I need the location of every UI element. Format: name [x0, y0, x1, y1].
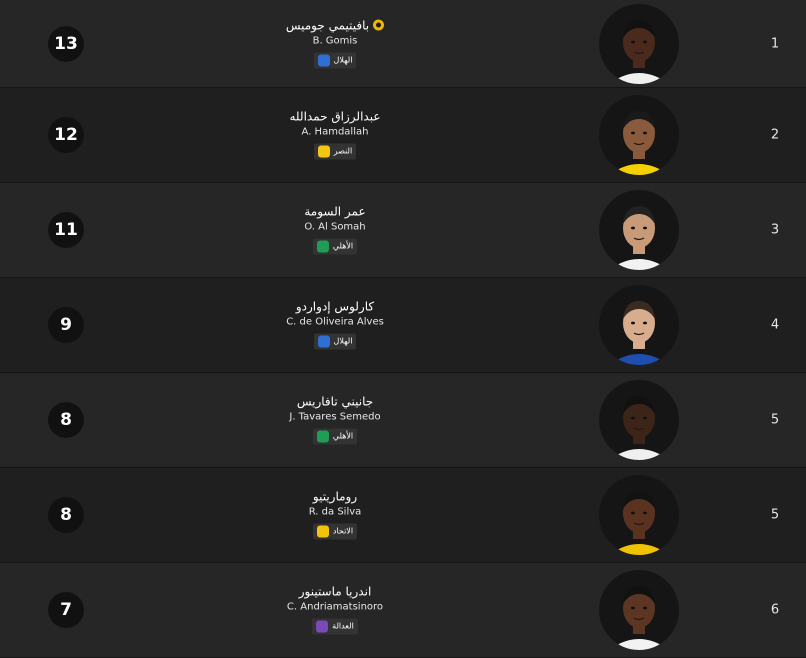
club-chip[interactable]: النصر: [313, 143, 357, 160]
player-name-english[interactable]: R. da Silva: [260, 506, 410, 520]
player-name-arabic-line: كارلوس إدواردو: [260, 299, 410, 315]
club-logo-icon: [317, 145, 330, 158]
scorers-list: 13 بافيتيمي جوميس B. Gomis الهلال 1 12 ع…: [0, 0, 806, 658]
club-chip[interactable]: الأهلي: [312, 428, 358, 445]
goals-badge: 7: [48, 592, 84, 628]
rank-number: 4: [770, 317, 780, 333]
player-name-arabic-line: بافيتيمي جوميس: [260, 17, 410, 33]
player-name-arabic[interactable]: كارلوس إدواردو: [296, 299, 374, 315]
player-avatar[interactable]: [599, 190, 679, 270]
player-name-arabic[interactable]: عمر السومة: [304, 204, 365, 220]
player-name-arabic-line: عبدالرزاق حمدالله: [260, 109, 410, 125]
player-name-arabic-line: عمر السومة: [260, 204, 410, 220]
player-photo-icon: [609, 301, 669, 365]
goals-badge: 12: [48, 117, 84, 153]
player-info: كارلوس إدواردو C. de Oliveira Alves الهل…: [260, 299, 410, 352]
rank-number: 1: [770, 36, 780, 51]
ball-icon: [373, 19, 385, 31]
player-name-arabic[interactable]: جانيني تافاريس: [297, 394, 373, 410]
goals-count: 8: [60, 505, 72, 525]
rank-number: 5: [770, 507, 780, 523]
club-logo-icon: [316, 525, 329, 538]
goals-badge: 13: [48, 25, 84, 62]
club-chip[interactable]: الهلال: [313, 52, 357, 68]
scorer-row[interactable]: 9 كارلوس إدواردو C. de Oliveira Alves ال…: [0, 278, 806, 373]
player-info: عبدالرزاق حمدالله A. Hamdallah النصر: [260, 109, 410, 162]
goals-count: 8: [60, 410, 72, 430]
club-chip[interactable]: الهلال: [313, 333, 357, 350]
goals-count: 7: [60, 600, 72, 620]
club-chip[interactable]: الاتحاد: [312, 523, 358, 540]
goals-count: 9: [60, 315, 72, 335]
club-logo-icon: [316, 620, 329, 633]
club-logo-icon: [317, 335, 330, 348]
player-photo-icon: [609, 586, 669, 650]
player-name-arabic[interactable]: بافيتيمي جوميس: [286, 17, 369, 33]
rank-number: 2: [770, 127, 780, 143]
club-chip[interactable]: العدالة: [312, 618, 358, 635]
rank-number: 3: [770, 222, 780, 238]
scorer-row[interactable]: 11 عمر السومة O. Al Somah الأهلي 3: [0, 183, 806, 278]
club-name: الأهلي: [332, 241, 354, 251]
club-name: العدالة: [332, 621, 354, 631]
club-chip[interactable]: الأهلي: [312, 238, 358, 255]
club-name: الهلال: [333, 336, 353, 346]
player-name-english[interactable]: O. Al Somah: [260, 221, 410, 235]
player-name-arabic[interactable]: روماريتيو: [313, 489, 357, 505]
player-avatar[interactable]: [599, 3, 679, 84]
goals-badge: 8: [48, 497, 84, 533]
player-photo-icon: [609, 396, 669, 460]
goals-count: 11: [54, 220, 78, 240]
scorer-row[interactable]: 12 عبدالرزاق حمدالله A. Hamdallah النصر …: [0, 88, 806, 183]
player-name-english[interactable]: C. Andriamatsinoro: [260, 601, 410, 615]
player-info: روماريتيو R. da Silva الاتحاد: [260, 489, 410, 542]
scorer-row[interactable]: 8 جانيني تافاريس J. Tavares Semedo الأهل…: [0, 373, 806, 468]
club-name: النصر: [333, 146, 353, 156]
club-name: الهلال: [333, 55, 353, 64]
club-name: الاتحاد: [332, 526, 354, 536]
rank-number: 6: [770, 602, 780, 618]
player-avatar[interactable]: [599, 95, 679, 175]
scorer-row[interactable]: 13 بافيتيمي جوميس B. Gomis الهلال 1: [0, 0, 806, 88]
player-info: بافيتيمي جوميس B. Gomis الهلال: [260, 17, 410, 70]
player-avatar[interactable]: [599, 285, 679, 365]
goals-badge: 9: [48, 307, 84, 343]
player-avatar[interactable]: [599, 380, 679, 460]
player-name-arabic-line: جانيني تافاريس: [260, 394, 410, 410]
player-photo-icon: [609, 111, 669, 175]
goals-count: 12: [54, 125, 78, 145]
player-info: جانيني تافاريس J. Tavares Semedo الأهلي: [260, 394, 410, 447]
player-name-english[interactable]: A. Hamdallah: [260, 126, 410, 140]
player-info: اندريا ماستينور C. Andriamatsinoro العدا…: [260, 584, 410, 637]
goals-badge: 11: [48, 212, 84, 248]
goals-badge: 8: [48, 402, 84, 438]
player-name-english[interactable]: C. de Oliveira Alves: [260, 316, 410, 330]
player-name-arabic-line: روماريتيو: [260, 489, 410, 505]
player-name-arabic[interactable]: اندريا ماستينور: [299, 584, 372, 600]
player-photo-icon: [609, 19, 669, 84]
player-name-arabic[interactable]: عبدالرزاق حمدالله: [290, 109, 381, 125]
player-avatar[interactable]: [599, 570, 679, 650]
player-avatar[interactable]: [599, 475, 679, 555]
player-info: عمر السومة O. Al Somah الأهلي: [260, 204, 410, 257]
club-logo-icon: [317, 54, 330, 66]
club-logo-icon: [316, 430, 329, 443]
scorer-row[interactable]: 8 روماريتيو R. da Silva الاتحاد 5: [0, 468, 806, 563]
club-name: الأهلي: [332, 431, 354, 441]
club-logo-icon: [316, 240, 329, 253]
player-photo-icon: [609, 206, 669, 270]
rank-number: 5: [770, 412, 780, 428]
player-photo-icon: [609, 491, 669, 555]
player-name-english[interactable]: J. Tavares Semedo: [260, 411, 410, 425]
scorer-row[interactable]: 7 اندريا ماستينور C. Andriamatsinoro الع…: [0, 563, 806, 658]
player-name-english[interactable]: B. Gomis: [260, 34, 410, 48]
player-name-arabic-line: اندريا ماستينور: [260, 584, 410, 600]
goals-count: 13: [54, 33, 78, 54]
